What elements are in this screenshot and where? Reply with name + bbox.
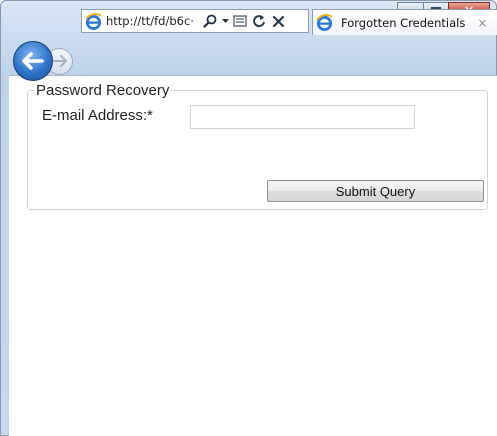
address-bar[interactable]: http://tt/fd/b6c·: [81, 9, 309, 33]
browser-window: ✕ http://tt/fd/b6c·: [0, 0, 497, 436]
tab-close-icon[interactable]: ×: [477, 16, 487, 30]
search-button[interactable]: [202, 12, 218, 30]
back-arrow-icon: [22, 52, 44, 70]
compatibility-view-button[interactable]: [232, 12, 248, 30]
ie-logo-icon: [316, 14, 333, 31]
forward-arrow-icon: [52, 55, 67, 67]
tab-forgotten-credentials[interactable]: Forgotten Credentials ×: [312, 9, 497, 35]
submit-query-button[interactable]: Submit Query: [267, 180, 484, 202]
address-bar-tools: [202, 12, 286, 30]
chevron-down-icon: [221, 19, 229, 23]
search-icon: [203, 14, 217, 28]
tab-title: Forgotten Credentials: [341, 15, 466, 30]
refresh-icon: [253, 15, 265, 28]
refresh-button[interactable]: [251, 12, 267, 30]
email-field[interactable]: [190, 105, 415, 129]
fieldset-legend: Password Recovery: [34, 82, 172, 99]
back-button[interactable]: [13, 41, 53, 81]
page-content: Password Recovery E-mail Address:* Submi…: [9, 75, 497, 436]
email-label: E-mail Address:*: [42, 107, 153, 124]
address-dropdown[interactable]: [221, 12, 229, 30]
stop-icon: [272, 15, 284, 27]
password-recovery-fieldset: Password Recovery E-mail Address:* Submi…: [27, 82, 488, 210]
stop-button[interactable]: [270, 12, 286, 30]
address-url: http://tt/fd/b6c·: [106, 14, 194, 28]
compatibility-view-icon: [233, 15, 247, 27]
ie-logo-icon: [85, 12, 102, 30]
